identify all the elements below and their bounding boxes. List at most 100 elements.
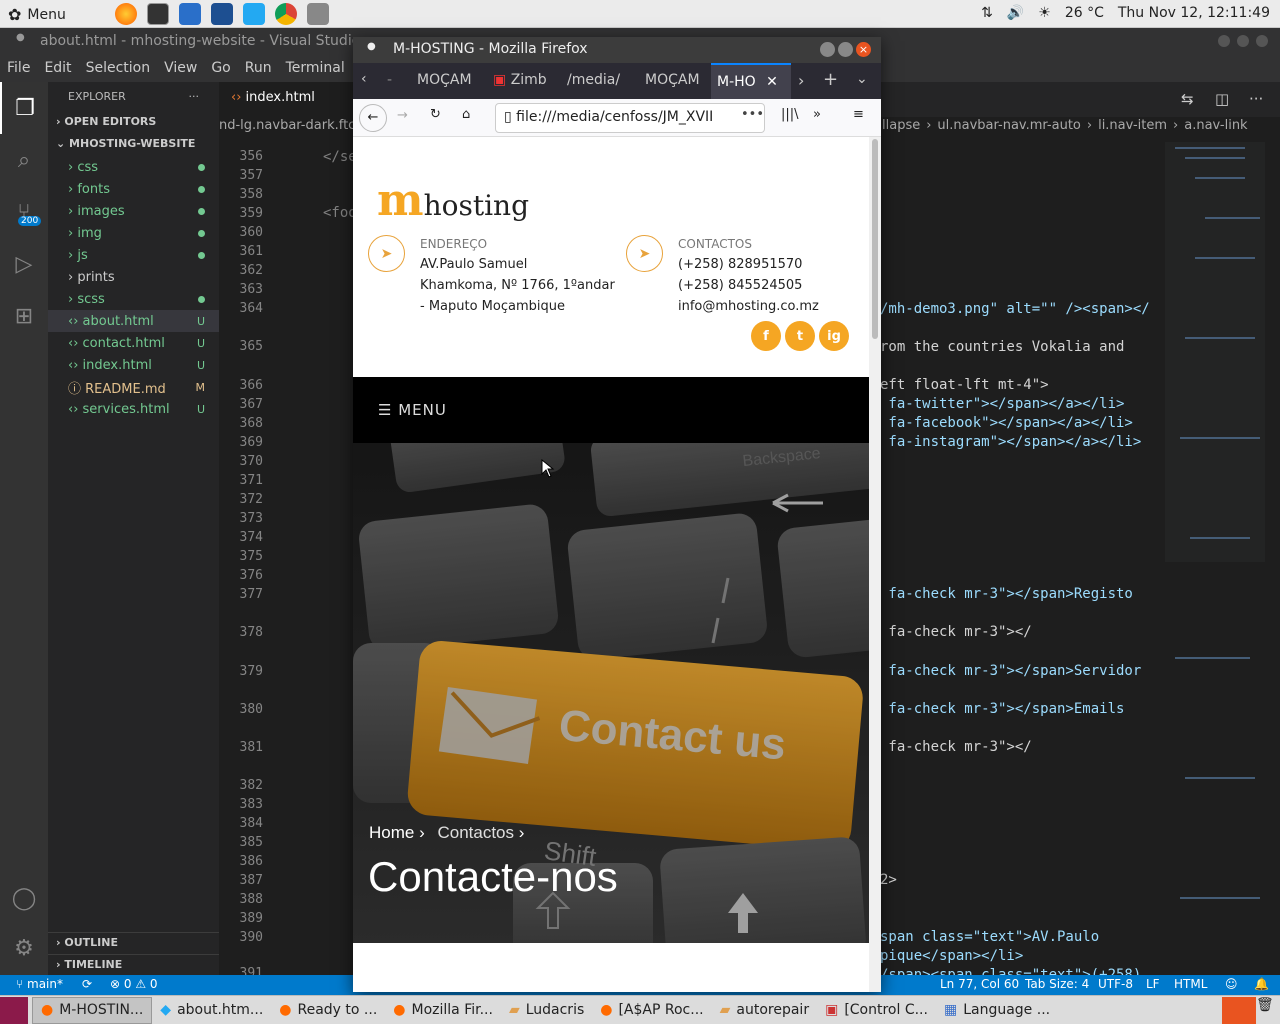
twitter-icon[interactable]: t: [785, 321, 815, 351]
menu-run[interactable]: Run: [238, 56, 279, 82]
tree-item[interactable]: › img: [48, 222, 219, 244]
account-icon[interactable]: ◯: [0, 872, 48, 924]
tab-close-icon[interactable]: ✕: [766, 74, 778, 90]
compare-icon[interactable]: ⇆: [1181, 90, 1194, 108]
chrome-launcher-icon[interactable]: [275, 3, 297, 25]
instagram-icon[interactable]: ig: [819, 321, 849, 351]
code-line[interactable]: pique</span></li>: [880, 948, 1023, 964]
crumb-home[interactable]: Home: [369, 823, 414, 842]
taskbar-item[interactable]: ● M-HOSTIN...: [32, 996, 153, 1024]
more-actions-icon[interactable]: ···: [189, 90, 200, 104]
taskbar-item[interactable]: ▰ autorepair: [712, 997, 817, 1024]
code-line[interactable]: eft float-lft mt-4">: [880, 377, 1049, 393]
breadcrumb-left[interactable]: nd-lg.navbar-dark.ftco_: [219, 118, 370, 133]
tree-item[interactable]: › scss: [48, 288, 219, 310]
network-icon[interactable]: ⇅: [981, 5, 993, 21]
tree-item[interactable]: › prints: [48, 266, 219, 288]
code-line[interactable]: rom the countries Vokalia and: [880, 339, 1124, 355]
back-button[interactable]: ←: [359, 104, 387, 132]
hamburger-menu-icon[interactable]: ≡: [853, 107, 864, 122]
taskbar-item[interactable]: ● Ready to ...: [271, 997, 385, 1024]
menu-view[interactable]: View: [157, 56, 204, 82]
tree-item[interactable]: › images: [48, 200, 219, 222]
weather-temp[interactable]: 26 °C: [1065, 5, 1104, 21]
breadcrumb-item[interactable]: li.nav-item: [1098, 118, 1167, 133]
code-line[interactable]: span class="text">AV.Paulo: [880, 929, 1099, 945]
tree-item[interactable]: › js: [48, 244, 219, 266]
page-info-icon[interactable]: ▯: [504, 109, 512, 125]
menu-terminal[interactable]: Terminal: [279, 56, 352, 82]
code-line[interactable]: </se: [323, 149, 357, 165]
page-scrollbar[interactable]: [869, 137, 881, 992]
code-line[interactable]: /mh-demo3.png" alt="" /><span></: [880, 301, 1150, 317]
facebook-icon[interactable]: f: [751, 321, 781, 351]
start-menu-button[interactable]: ✿ Menu: [8, 5, 66, 24]
project-section[interactable]: ⌄ MHOSTING-WEBSITE: [48, 134, 219, 156]
forward-button[interactable]: →: [397, 108, 408, 123]
url-bar[interactable]: ▯ file:///media/cenfoss/JM_XVII: [495, 103, 765, 133]
breadcrumb-item[interactable]: ul.navbar-nav.mr-auto: [937, 118, 1080, 133]
clock[interactable]: Thu Nov 12, 12:11:49: [1118, 5, 1270, 21]
code-line[interactable]: /span><span class="text">(+258): [880, 967, 1141, 975]
maximize-button[interactable]: [1237, 35, 1249, 47]
sync-icon[interactable]: ⟳: [82, 977, 92, 991]
browser-tab-active[interactable]: M-HO ✕: [711, 63, 791, 99]
tab-scroll-left-icon[interactable]: ‹: [361, 71, 367, 87]
page-actions-icon[interactable]: •••: [741, 107, 764, 122]
home-button[interactable]: ⌂: [462, 107, 470, 122]
taskbar-item[interactable]: ▰ Ludacris: [501, 997, 592, 1024]
problems-indicator[interactable]: ⊗ 0 ⚠ 0: [110, 977, 158, 991]
breadcrumb-item[interactable]: llapse: [882, 118, 920, 133]
monitor-launcher-icon[interactable]: [179, 3, 201, 25]
encoding[interactable]: UTF-8: [1098, 977, 1133, 991]
tab-size[interactable]: Tab Size: 4: [1025, 977, 1089, 991]
show-desktop-icon[interactable]: [0, 996, 28, 1024]
minimap[interactable]: [1165, 137, 1270, 975]
editor-launcher-icon[interactable]: [211, 3, 233, 25]
browser-tab[interactable]: /media/: [561, 63, 631, 99]
firefox-launcher-icon[interactable]: [115, 3, 137, 25]
tree-item[interactable]: ⓘ README.md M: [48, 376, 219, 398]
minimize-button[interactable]: [1218, 35, 1230, 47]
run-debug-icon[interactable]: ▷: [0, 238, 48, 290]
code-line[interactable]: fa-check mr-3"></span>Registo: [880, 586, 1132, 602]
cursor-position[interactable]: Ln 77, Col 60: [940, 977, 1019, 991]
code-line[interactable]: 2>: [880, 872, 897, 888]
editor-more-icon[interactable]: ···: [1249, 90, 1263, 108]
source-control-icon[interactable]: ⑂ 200: [0, 186, 48, 238]
phone-2[interactable]: (+258) 845524505: [678, 275, 819, 296]
tab-index-html[interactable]: ‹› index.html: [219, 82, 354, 117]
notifications-icon[interactable]: 🔔: [1254, 977, 1269, 991]
timeline-section[interactable]: › TIMELINE: [48, 954, 219, 976]
ff-maximize-button[interactable]: [838, 42, 853, 57]
overflow-menu-icon[interactable]: »: [813, 107, 821, 122]
code-line[interactable]: fa-check mr-3"></: [880, 624, 1031, 640]
code-line[interactable]: fa-check mr-3"></span>Emails: [880, 701, 1124, 717]
taskbar-item[interactable]: ▣ [Control C...: [817, 997, 936, 1024]
language-mode[interactable]: HTML: [1174, 977, 1207, 991]
extensions-icon[interactable]: ⊞: [0, 290, 48, 342]
code-area[interactable]: /mh-demo3.png" alt="" /><span></ rom the …: [880, 137, 1165, 975]
taskbar-item[interactable]: ▦ Language ...: [936, 997, 1058, 1024]
split-editor-icon[interactable]: ◫: [1215, 90, 1229, 108]
menu-go[interactable]: Go: [204, 56, 237, 82]
tree-item[interactable]: › css: [48, 156, 219, 178]
library-icon[interactable]: |||\: [781, 107, 799, 122]
taskbar-item[interactable]: ◆ about.htm...: [152, 997, 271, 1024]
taskbar-item[interactable]: ● [A$AP Roc...: [592, 997, 711, 1024]
code-line[interactable]: fa-twitter"></span></a></li>: [880, 396, 1124, 412]
workspace-switcher[interactable]: [1222, 996, 1256, 1024]
ff-close-button[interactable]: ×: [856, 42, 871, 57]
search-icon[interactable]: ⌕: [0, 134, 48, 186]
tree-item[interactable]: ‹› contact.html U: [48, 332, 219, 354]
reload-button[interactable]: ↻: [430, 107, 441, 122]
scroll-thumb[interactable]: [872, 139, 878, 339]
code-line[interactable]: fa-check mr-3"></span>Servidor: [880, 663, 1141, 679]
tree-item[interactable]: ‹› about.html U: [48, 310, 219, 332]
email-link[interactable]: info@mhosting.co.mz: [678, 296, 819, 317]
ff-minimize-button[interactable]: [820, 42, 835, 57]
browser-tab[interactable]: MOÇAM: [639, 63, 709, 99]
menu-file[interactable]: File: [0, 56, 37, 82]
url-text[interactable]: file:///media/cenfoss/JM_XVII: [516, 109, 713, 125]
browser-tab[interactable]: MOÇAM: [411, 63, 481, 99]
